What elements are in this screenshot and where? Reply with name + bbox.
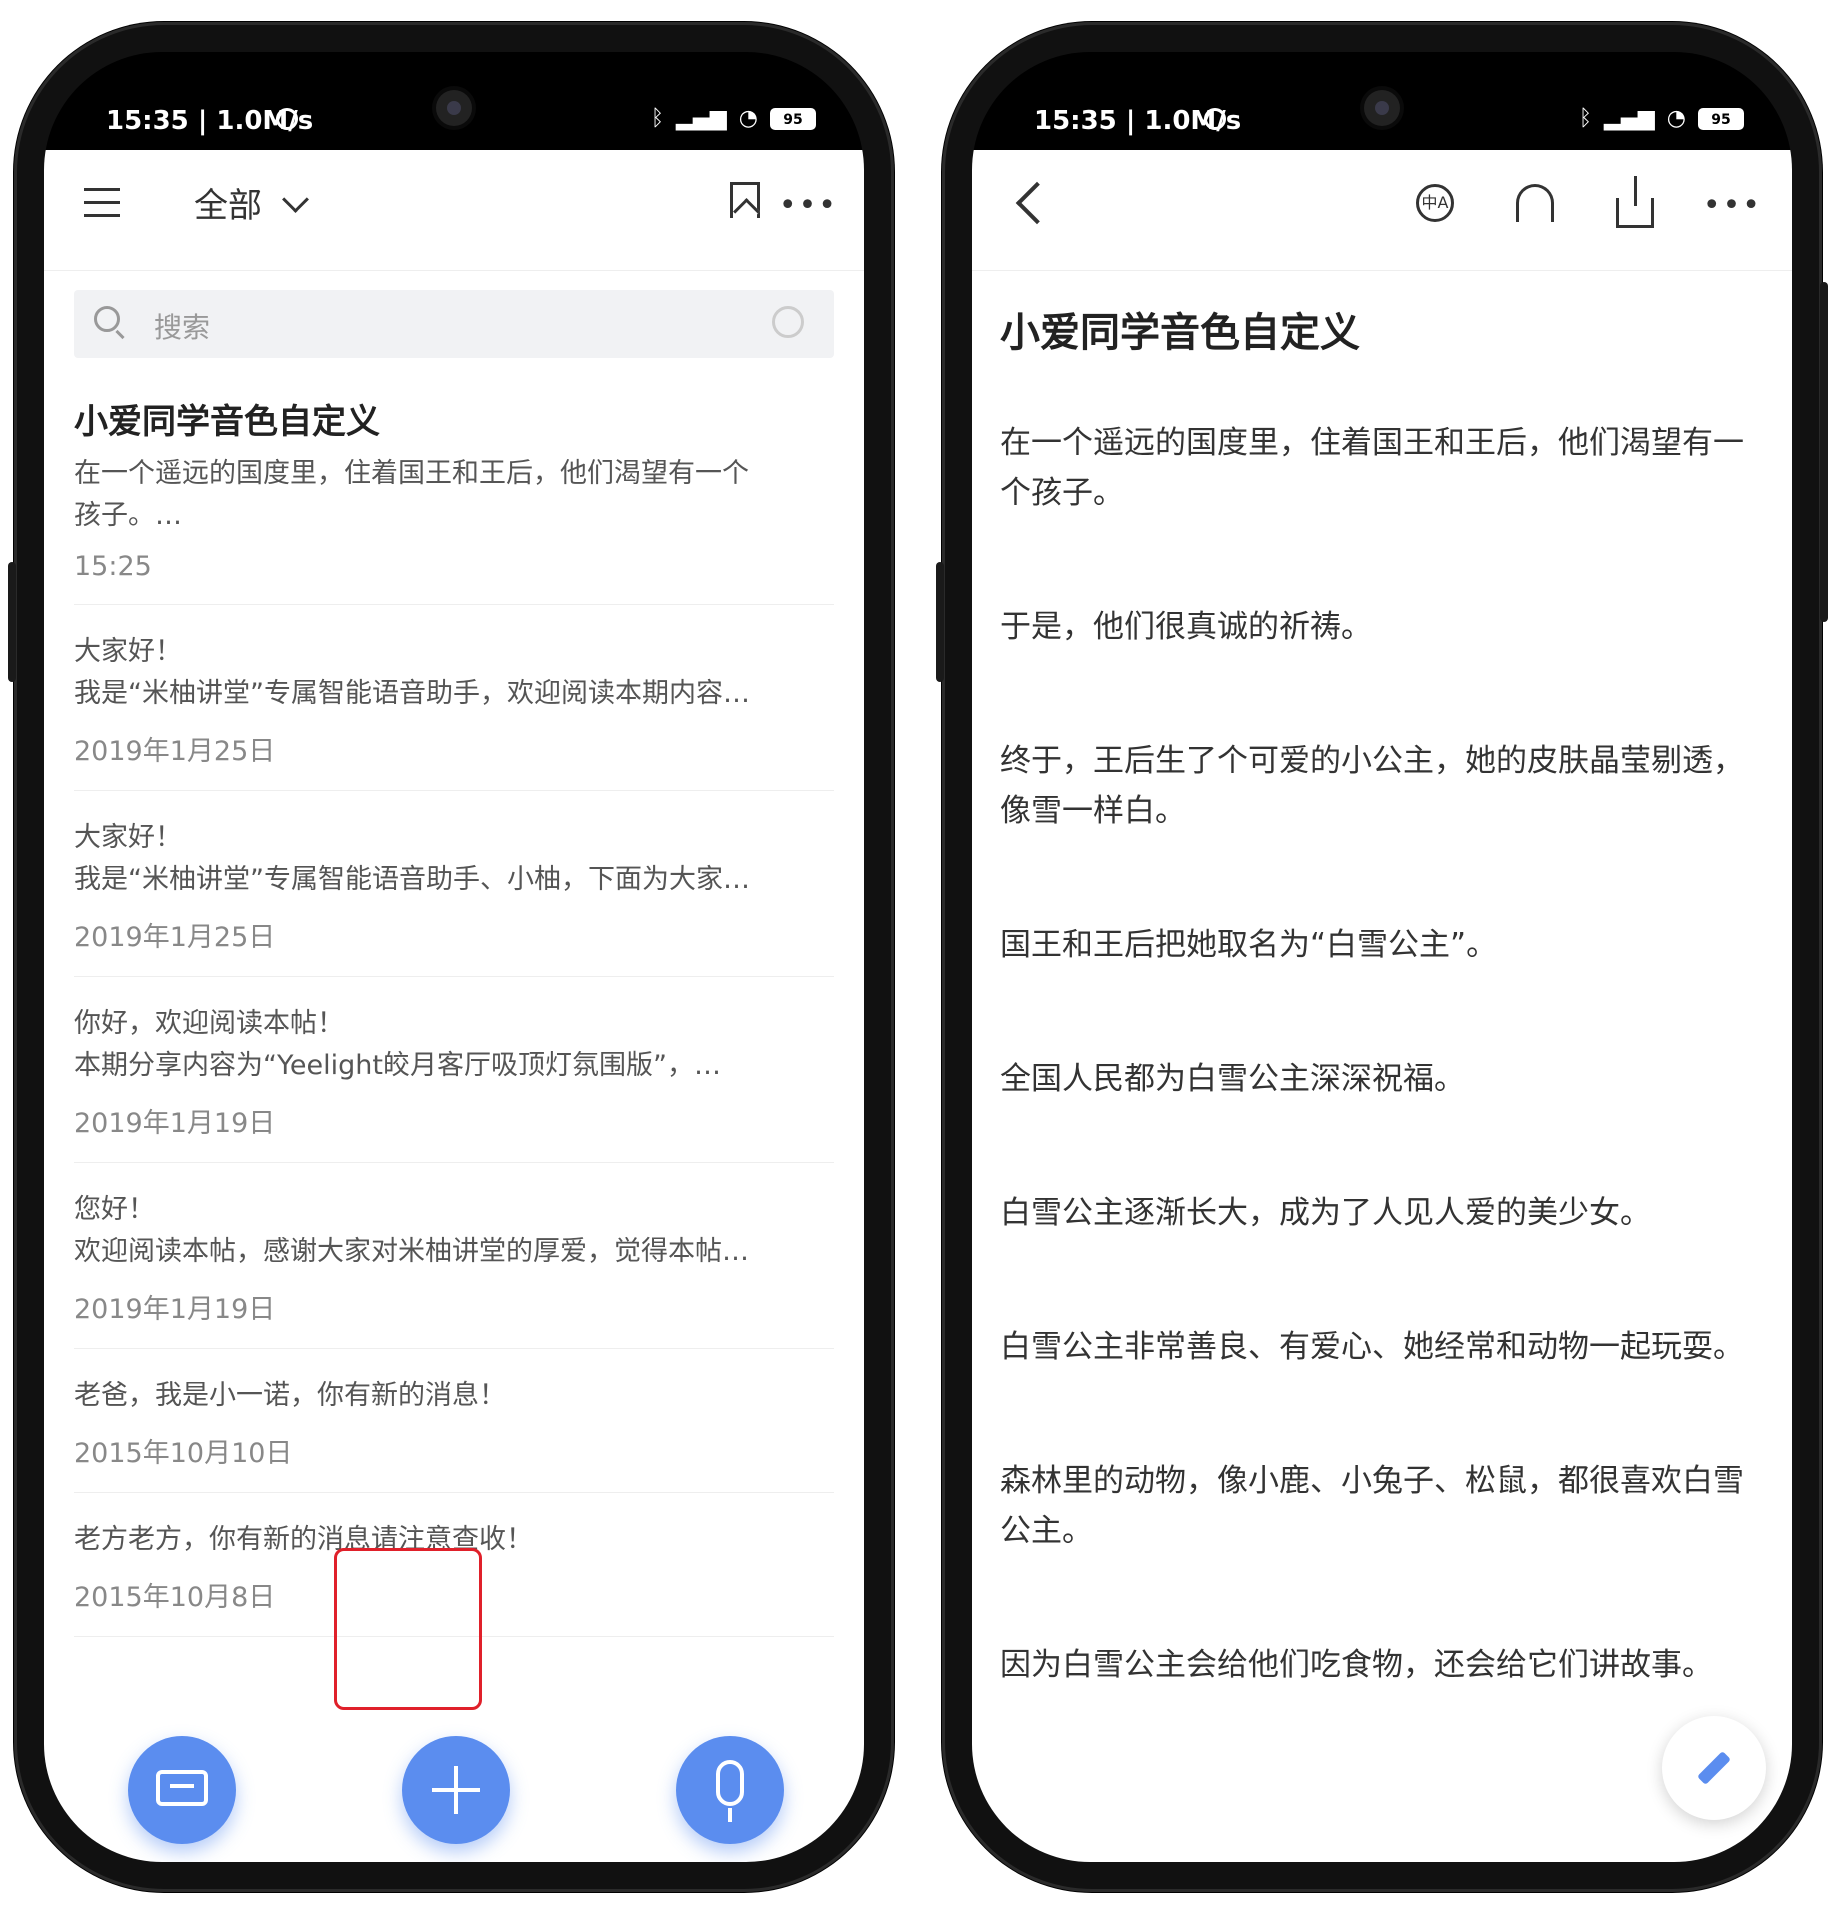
notes-list: 小爱同学音色自定义在一个遥远的国度里，住着国王和王后，他们渴望有一个 孩子。… 15… bbox=[74, 360, 834, 1637]
list-item[interactable]: 大家好！ 我是“米柚讲堂”专属智能语音助手、小柚，下面为大家… 2019年1月25日 bbox=[74, 791, 834, 977]
share-icon[interactable] bbox=[1616, 176, 1654, 228]
wifi-icon: ◔ bbox=[738, 106, 758, 131]
translate-icon[interactable]: 中A bbox=[1416, 184, 1454, 222]
note-preview-line: 老爸，我是小一诺，你有新的消息！ bbox=[74, 1380, 506, 1411]
bluetooth-icon: ᛒ bbox=[650, 106, 665, 131]
note-date: 2015年10月10日 bbox=[74, 1438, 293, 1469]
note-title: 小爱同学音色自定义 bbox=[74, 402, 380, 442]
note-paragraph: 在一个遥远的国度里，住着国王和王后，他们渴望有一个孩子。 bbox=[1000, 425, 1744, 511]
voice-note-button[interactable] bbox=[676, 1736, 784, 1844]
note-preview-line: 你好，欢迎阅读本帖！ bbox=[74, 1008, 344, 1039]
note-preview-line: 大家好！ bbox=[74, 822, 182, 853]
message-icon bbox=[156, 1770, 208, 1806]
phone-side-button bbox=[8, 562, 16, 682]
note-paragraph: 因为白雪公主会给他们吃食物，还会给它们讲故事。 bbox=[1000, 1647, 1713, 1683]
detail-toolbar: 中A ••• bbox=[972, 150, 1792, 271]
note-paragraph: 白雪公主逐渐长大，成为了人见人爱的美少女。 bbox=[1000, 1195, 1651, 1231]
note-preview-line: 欢迎阅读本帖，感谢大家对米柚讲堂的厚爱，觉得本帖… bbox=[74, 1236, 749, 1267]
more-icon[interactable]: ••• bbox=[1703, 188, 1762, 223]
battery-icon: 95 bbox=[770, 107, 816, 130]
signal-icon: ▂▄▆ bbox=[1604, 106, 1655, 131]
note-preview-line: 在一个遥远的国度里，住着国王和王后，他们渴望有一个 bbox=[74, 458, 749, 489]
menu-icon[interactable] bbox=[84, 188, 120, 218]
alarm-icon bbox=[276, 108, 298, 130]
note-date: 2019年1月25日 bbox=[74, 736, 276, 767]
note-preview-line: 我是“米柚讲堂”专属智能语音助手、小柚，下面为大家… bbox=[74, 864, 750, 895]
more-icon[interactable]: ••• bbox=[779, 188, 838, 223]
headphone-icon[interactable] bbox=[1516, 184, 1554, 222]
note-paragraph: 白雪公主非常善良、有爱心、她经常和动物一起玩耍。 bbox=[1000, 1329, 1744, 1365]
note-paragraph: 于是，他们很真诚的祈祷。 bbox=[1000, 609, 1372, 645]
note-preview-line: 我是“米柚讲堂”专属智能语音助手，欢迎阅读本期内容… bbox=[74, 678, 750, 709]
note-date: 2019年1月19日 bbox=[74, 1108, 276, 1139]
folder-filter[interactable]: 全部 bbox=[194, 178, 309, 227]
microphone-icon bbox=[716, 1760, 744, 1806]
note-preview-line: 孩子。… bbox=[74, 500, 182, 531]
folder-filter-label: 全部 bbox=[194, 186, 262, 226]
edit-button[interactable] bbox=[1662, 1716, 1766, 1820]
note-content: 小爱同学音色自定义 在一个遥远的国度里，住着国王和王后，他们渴望有一个孩子。于是… bbox=[1000, 270, 1764, 1774]
note-paragraph: 终于，王后生了个可爱的小公主，她的皮肤晶莹剔透，像雪一样白。 bbox=[1000, 743, 1744, 829]
note-preview-line: 本期分享内容为“Yeelight皎月客厅吸顶灯氛围版”，… bbox=[74, 1050, 721, 1081]
list-item[interactable]: 您好！ 欢迎阅读本帖，感谢大家对米柚讲堂的厚爱，觉得本帖… 2019年1月19日 bbox=[74, 1163, 834, 1349]
voice-search-icon[interactable] bbox=[772, 306, 804, 338]
list-item[interactable]: 老爸，我是小一诺，你有新的消息！ 2015年10月10日 bbox=[74, 1349, 834, 1493]
wifi-icon: ◔ bbox=[1666, 106, 1686, 131]
front-camera bbox=[1364, 90, 1400, 126]
battery-icon: 95 bbox=[1698, 107, 1744, 130]
toolbar: 全部 ••• bbox=[44, 150, 864, 271]
chevron-down-icon bbox=[282, 186, 309, 213]
search-bar[interactable]: 搜索 bbox=[74, 290, 834, 358]
bluetooth-icon: ᛒ bbox=[1578, 106, 1593, 131]
list-item[interactable]: 小爱同学音色自定义在一个遥远的国度里，住着国王和王后，他们渴望有一个 孩子。… 15… bbox=[74, 360, 834, 605]
list-item[interactable]: 大家好！ 我是“米柚讲堂”专属智能语音助手，欢迎阅读本期内容… 2019年1月25日 bbox=[74, 605, 834, 791]
add-note-button[interactable] bbox=[402, 1736, 510, 1844]
note-preview-line: 大家好！ bbox=[74, 636, 182, 667]
note-preview-line: 您好！ bbox=[74, 1194, 155, 1225]
highlight-box bbox=[334, 1548, 482, 1710]
alarm-icon bbox=[1204, 108, 1226, 130]
status-icons: ᛒ ▂▄▆ ◔ 95 bbox=[1579, 106, 1744, 131]
phone-side-button bbox=[1820, 282, 1828, 622]
note-detail: 中A ••• 小爱同学音色自定义 在一个遥远的国度里，住着国王和王后，他们渴望有… bbox=[972, 150, 1792, 1862]
note-date: 2019年1月19日 bbox=[74, 1294, 276, 1325]
right-phone: 15:35 | 1.0M/s ᛒ ▂▄▆ ◔ 95 中A ••• 小爱同学音色自… bbox=[936, 22, 1828, 1892]
back-icon[interactable] bbox=[1015, 181, 1059, 225]
bookmark-icon[interactable] bbox=[730, 182, 760, 218]
note-title: 小爱同学音色自定义 bbox=[1000, 310, 1360, 356]
note-paragraph: 国王和王后把她取名为“白雪公主”。 bbox=[1000, 927, 1498, 963]
pencil-icon bbox=[1697, 1751, 1731, 1785]
note-paragraph: 全国人民都为白雪公主深深祝福。 bbox=[1000, 1061, 1465, 1097]
note-date: 15:25 bbox=[74, 551, 152, 582]
note-date: 2019年1月25日 bbox=[74, 922, 276, 953]
search-input[interactable]: 搜索 bbox=[154, 306, 210, 346]
front-camera bbox=[436, 90, 472, 126]
signal-icon: ▂▄▆ bbox=[676, 106, 727, 131]
right-screen: 15:35 | 1.0M/s ᛒ ▂▄▆ ◔ 95 中A ••• 小爱同学音色自… bbox=[972, 52, 1792, 1862]
status-icons: ᛒ ▂▄▆ ◔ 95 bbox=[651, 106, 816, 131]
search-icon bbox=[94, 306, 120, 332]
list-item[interactable]: 你好，欢迎阅读本帖！ 本期分享内容为“Yeelight皎月客厅吸顶灯氛围版”，… 2… bbox=[74, 977, 834, 1163]
phone-side-button bbox=[936, 562, 944, 682]
note-paragraph: 森林里的动物，像小鹿、小兔子、松鼠，都很喜欢白雪公主。 bbox=[1000, 1463, 1744, 1549]
text-note-button[interactable] bbox=[128, 1736, 236, 1844]
